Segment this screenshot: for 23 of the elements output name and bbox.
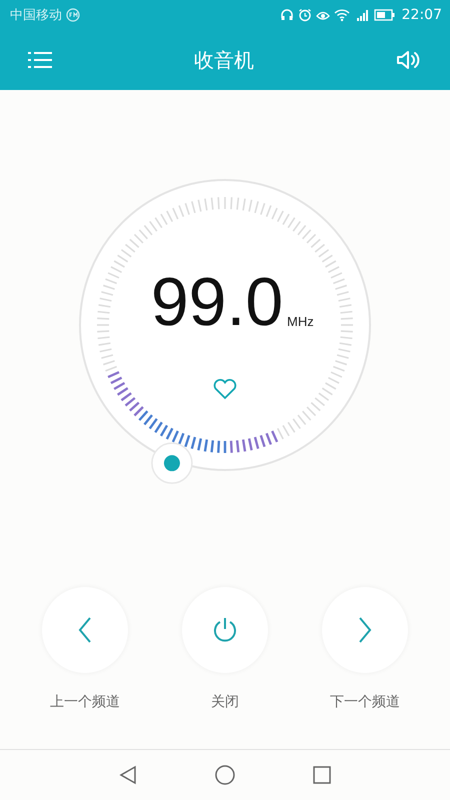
control-label: 下一个频道 [330,693,400,711]
app-title: 收音机 [194,46,254,74]
power-icon [211,616,239,644]
clock-time: 22:07 [402,7,442,23]
frequency-value: 99.0 [150,264,284,340]
battery-icon [374,8,396,22]
carrier-name: 中国移动 [10,7,62,24]
frequency-unit: MHz [287,314,314,329]
menu-icon[interactable] [28,50,52,70]
control-label: 关闭 [211,693,239,711]
headphones-icon [280,8,294,22]
alarm-icon [298,8,312,22]
favorite-icon[interactable] [214,378,236,399]
wifi-icon [334,8,350,22]
home-icon[interactable] [214,764,236,786]
tuning-thumb[interactable] [151,442,193,484]
control-label: 上一个频道 [50,693,120,711]
chevron-right-icon [357,616,373,644]
speaker-icon[interactable] [396,49,422,71]
chevron-left-icon [77,616,93,644]
radio-icon [66,8,80,22]
back-icon[interactable] [118,765,138,785]
recent-apps-icon[interactable] [312,765,332,785]
